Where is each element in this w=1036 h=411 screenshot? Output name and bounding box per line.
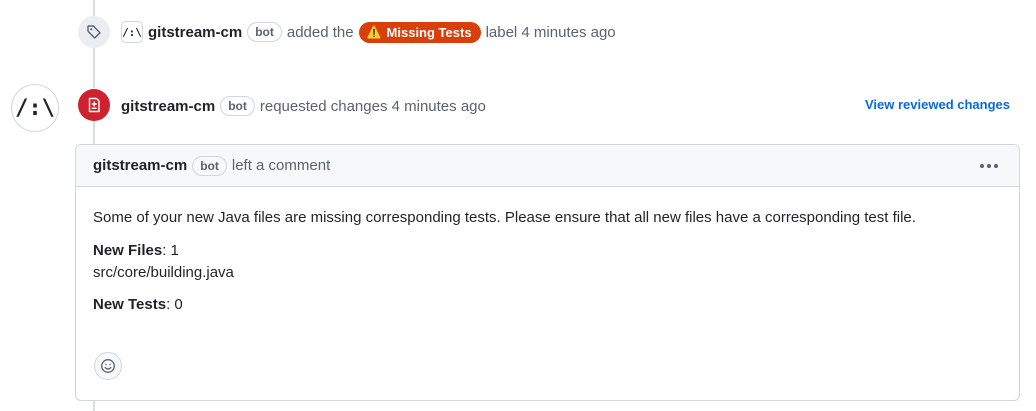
new-file-path: src/core/building.java xyxy=(93,264,234,281)
new-tests-block: New Tests: 0 xyxy=(93,294,1002,316)
comment-text: Some of your new Java files are missing … xyxy=(93,209,916,226)
label-event: /:\ gitstream-cm bot added the ⚠️ Missin… xyxy=(121,19,616,45)
event-action: added the xyxy=(286,23,354,41)
new-tests-value: : 0 xyxy=(166,296,183,313)
avatar[interactable]: /:\ xyxy=(121,21,143,43)
bot-badge: bot xyxy=(247,22,282,42)
pr-timeline: /:\ gitstream-cm bot added the ⚠️ Missin… xyxy=(0,0,1036,411)
review-comment: gitstream-cm bot left a comment Some of … xyxy=(75,144,1020,401)
file-diff-icon xyxy=(78,89,110,121)
event-suffix: label 4 minutes ago xyxy=(485,23,616,41)
new-files-value: : 1 xyxy=(162,242,179,259)
comment-body: Some of your new Java files are missing … xyxy=(76,187,1019,316)
new-files-label: New Files xyxy=(93,242,163,259)
warning-icon: ⚠️ xyxy=(366,25,382,39)
author-link[interactable]: gitstream-cm xyxy=(93,157,187,174)
label-missing-tests[interactable]: ⚠️ Missing Tests xyxy=(358,21,481,43)
view-reviewed-changes-link[interactable]: View reviewed changes xyxy=(865,97,1010,112)
new-tests-label: New Tests xyxy=(93,296,167,313)
tag-icon xyxy=(78,16,110,48)
timeline-line xyxy=(93,400,95,411)
comment-header: gitstream-cm bot left a comment xyxy=(76,145,1019,187)
bot-badge: bot xyxy=(220,96,255,116)
author-link[interactable]: gitstream-cm xyxy=(148,24,242,41)
review-event: gitstream-cm bot requested changes 4 min… xyxy=(121,94,486,118)
smiley-icon[interactable] xyxy=(94,352,122,380)
comment-action: left a comment xyxy=(231,157,331,174)
author-link[interactable]: gitstream-cm xyxy=(121,98,215,115)
event-action: requested changes 4 minutes ago xyxy=(259,97,486,115)
new-files-block: New Files: 1 src/core/building.java xyxy=(93,240,1002,284)
bot-badge: bot xyxy=(192,155,227,176)
label-name: Missing Tests xyxy=(386,24,472,40)
avatar[interactable]: /:\ xyxy=(11,84,59,132)
kebab-horizontal-icon[interactable] xyxy=(977,157,1001,175)
timeline-line xyxy=(93,120,95,144)
